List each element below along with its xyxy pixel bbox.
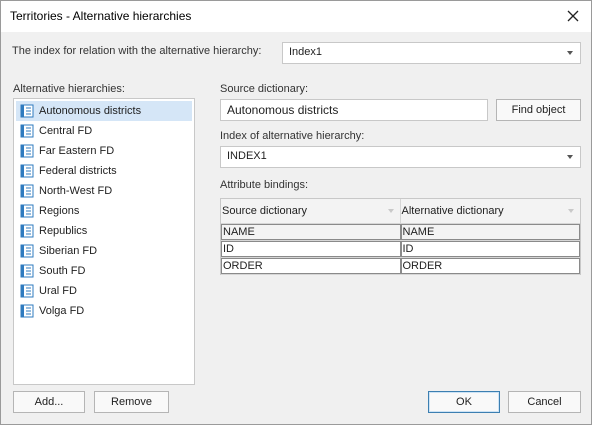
dictionary-icon [20,244,34,258]
list-item[interactable]: Regions [16,201,192,221]
list-item[interactable]: Far Eastern FD [16,141,192,161]
dictionary-icon [20,284,34,298]
sort-icon [387,209,394,213]
alternative-attribute-cell[interactable]: ORDER [400,258,580,274]
list-item-label: Far Eastern FD [39,145,115,157]
add-button[interactable]: Add... [13,391,85,413]
ok-button[interactable]: OK [428,391,500,413]
list-item[interactable]: Volga FD [16,301,192,321]
list-item-label: Central FD [39,125,93,137]
list-item-label: Ural FD [39,285,77,297]
list-item[interactable]: Central FD [16,121,192,141]
hierarchies-list[interactable]: Autonomous districts Central FD Far Easter… [13,98,195,385]
dialog: Territories - Alternative hierarchies Th… [0,0,592,425]
alt-index-value: INDEX1 [227,150,267,162]
remove-button[interactable]: Remove [94,391,169,413]
dictionary-icon [20,304,34,318]
list-item[interactable]: Federal districts [16,161,192,181]
dictionary-icon [20,104,34,118]
list-item-label: Regions [39,205,80,217]
dictionary-icon [20,224,34,238]
find-object-button[interactable]: Find object [496,99,581,121]
dictionary-icon [20,144,34,158]
list-item[interactable]: Republics [16,221,192,241]
sort-icon [568,209,574,213]
dictionary-icon [20,184,34,198]
alt-index-label: Index of alternative hierarchy: [220,130,365,142]
list-item[interactable]: Siberian FD [16,241,192,261]
close-button[interactable] [561,5,585,27]
column-header-source[interactable]: Source dictionary [221,199,401,223]
list-item-label: Autonomous districts [39,105,142,117]
list-item[interactable]: North-West FD [16,181,192,201]
relation-index-label: The index for relation with the alternat… [12,45,262,57]
list-item[interactable]: Ural FD [16,281,192,301]
cancel-button[interactable]: Cancel [508,391,581,413]
chevron-down-icon [567,51,573,55]
source-dictionary-field[interactable]: Autonomous districts [220,99,488,121]
alternative-attribute-cell[interactable]: NAME [400,224,580,240]
relation-index-value: Index1 [289,46,323,58]
dialog-title: Territories - Alternative hierarchies [10,9,192,23]
close-icon [567,10,579,22]
bindings-label: Attribute bindings: [220,179,309,191]
dictionary-icon [20,204,34,218]
alt-index-select[interactable]: INDEX1 [220,146,581,168]
column-header-alternative[interactable]: Alternative dictionary [401,199,581,223]
list-item[interactable]: South FD [16,261,192,281]
table-row[interactable]: ORDER ORDER [221,258,580,275]
list-item[interactable]: Autonomous districts [16,101,192,121]
dictionary-icon [20,124,34,138]
list-item-label: Republics [39,225,88,237]
title-bar: Territories - Alternative hierarchies [1,1,591,32]
source-attribute-cell[interactable]: NAME [221,224,401,240]
source-attribute-cell[interactable]: ID [221,241,401,257]
grid-header: Source dictionary Alternative dictionary [221,199,580,224]
list-item-label: Volga FD [39,305,85,317]
grid-body: NAME NAME ID ID ORDER ORDER [221,224,580,275]
dictionary-icon [20,164,34,178]
table-row[interactable]: NAME NAME [221,224,580,241]
source-attribute-cell[interactable]: ORDER [221,258,401,274]
bindings-grid[interactable]: Source dictionary Alternative dictionary… [220,198,581,275]
source-dictionary-value: Autonomous districts [227,103,339,117]
list-item-label: Federal districts [39,165,117,177]
hierarchies-label: Alternative hierarchies: [13,83,125,95]
table-row[interactable]: ID ID [221,241,580,258]
list-item-label: South FD [39,265,86,277]
dictionary-icon [20,264,34,278]
list-item-label: Siberian FD [39,245,98,257]
relation-index-select[interactable]: Index1 [282,42,581,64]
list-item-label: North-West FD [39,185,113,197]
chevron-down-icon [567,155,573,159]
alternative-attribute-cell[interactable]: ID [400,241,580,257]
source-dictionary-label: Source dictionary: [220,83,309,95]
